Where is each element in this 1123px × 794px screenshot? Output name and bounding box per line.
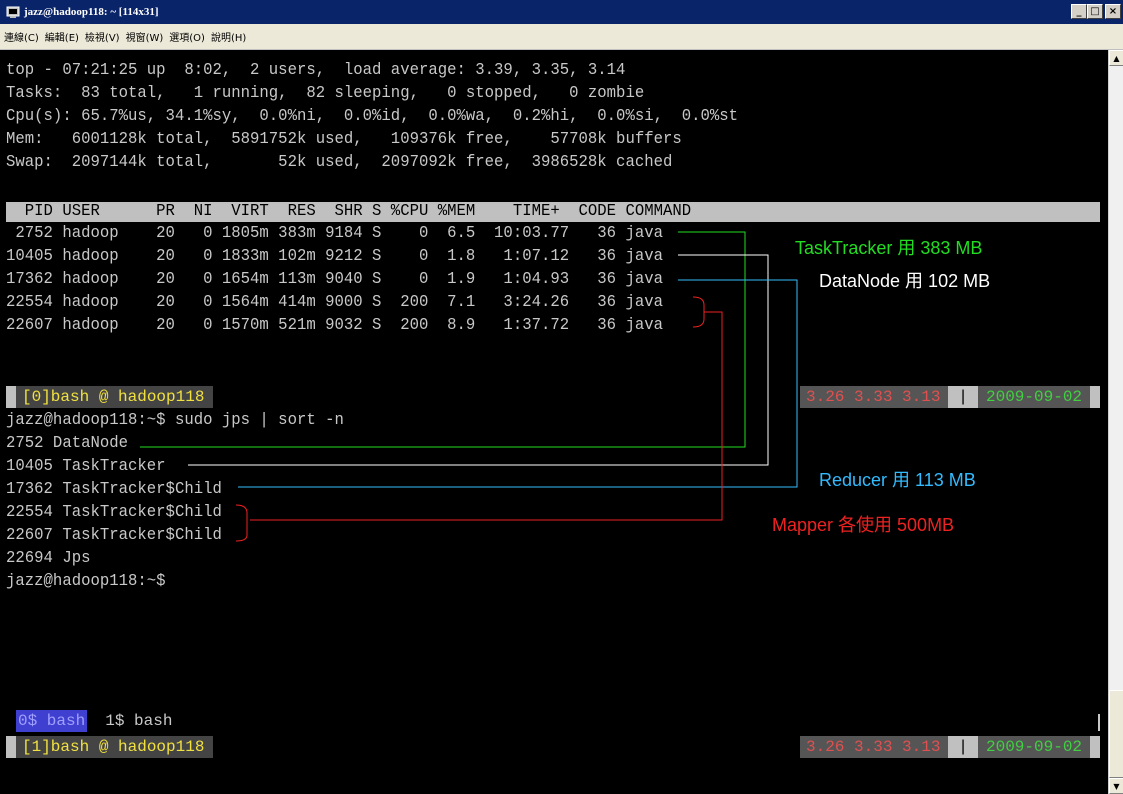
process-row: 2752 hadoop 20 0 1805m 383m 9184 S 0 6.5… [6,224,663,243]
jps-output-line: 17362 TaskTracker$Child [6,480,222,499]
terminal-app-icon [6,6,20,18]
status-window-label[interactable]: [0]bash @ hadoop118 [16,386,213,408]
top-swap-line: Swap: 2097144k total, 52k used, 2097092k… [6,153,673,172]
top-uptime-line: top - 07:21:25 up 8:02, 2 users, load av… [6,61,626,80]
terminal-screen[interactable]: top - 07:21:25 up 8:02, 2 users, load av… [0,50,1108,794]
window-title-bar[interactable]: jazz@hadoop118: ~ [114x31] _ □ × [0,0,1123,24]
scroll-up-arrow-icon[interactable]: ▲ [1109,50,1123,66]
menu-help[interactable]: 說明(H) [211,29,246,44]
maximize-button[interactable]: □ [1087,4,1103,19]
annotation-mapper: Mapper 各使用 500MB [772,515,955,535]
jps-output-line: 22607 TaskTracker$Child [6,526,222,545]
process-row: 10405 hadoop 20 0 1833m 102m 9212 S 0 1.… [6,247,663,266]
menu-bar: 連線(C) 編輯(E) 檢視(V) 視窗(W) 選項(O) 說明(H) [0,24,1123,50]
top-tasks-line: Tasks: 83 total, 1 running, 82 sleeping,… [6,84,645,103]
process-header-text: PID USER PR NI VIRT RES SHR S %CPU %MEM … [6,202,692,221]
annotation-tasktracker: TaskTracker 用 383 MB [795,238,983,258]
scroll-down-arrow-icon[interactable]: ▼ [1109,778,1123,794]
screen-status-bar-0: [0]bash @ hadoop118 3.26 3.33 3.13 | 200… [6,386,1100,408]
menu-view[interactable]: 檢視(V) [85,29,120,44]
top-cpu-line: Cpu(s): 65.7%us, 34.1%sy, 0.0%ni, 0.0%id… [6,107,739,126]
menu-options[interactable]: 選項(O) [169,29,205,44]
status-separator: | [948,386,978,408]
jps-output-line: 22554 TaskTracker$Child [6,503,222,522]
annotation-reducer: Reducer 用 113 MB [819,470,976,490]
menu-connection[interactable]: 連線(C) [4,29,39,44]
process-row: 22554 hadoop 20 0 1564m 414m 9000 S 200 … [6,293,663,312]
process-row: 22607 hadoop 20 0 1570m 521m 9032 S 200 … [6,316,663,335]
tab-bash-0[interactable]: 0$ bash [16,710,88,732]
minimize-button[interactable]: _ [1071,4,1087,19]
shell-command-line: jazz@hadoop118:~$ sudo jps | sort -n [6,411,344,430]
process-table-header: PID USER PR NI VIRT RES SHR S %CPU %MEM … [6,202,1100,222]
jps-output-line: 10405 TaskTracker [6,457,166,476]
status-window-label[interactable]: [1]bash @ hadoop118 [16,736,213,758]
close-button[interactable]: × [1105,4,1121,19]
menu-window[interactable]: 視窗(W) [126,29,164,44]
vertical-scrollbar[interactable]: ▲ ▼ [1108,50,1123,794]
top-mem-line: Mem: 6001128k total, 5891752k used, 1093… [6,130,682,149]
status-separator: | [948,736,978,758]
text-cursor [1098,714,1100,731]
screen-status-bar-1: [1]bash @ hadoop118 3.26 3.33 3.13 | 200… [6,736,1100,758]
tab-bash-1[interactable]: 1$ bash [105,710,172,732]
status-load: 3.26 3.33 3.13 [800,736,948,758]
status-date: 2009-09-02 [978,736,1090,758]
jps-output-line: 2752 DataNode [6,434,129,453]
process-row: 17362 hadoop 20 0 1654m 113m 9040 S 0 1.… [6,270,663,289]
menu-edit[interactable]: 編輯(E) [45,29,79,44]
scrollbar-thumb[interactable] [1109,690,1123,778]
annotation-datanode: DataNode 用 102 MB [819,271,991,291]
screen-tab-list: 0$ bash 1$ bash [16,710,172,732]
jps-output-line: 22694 Jps [6,549,91,568]
shell-prompt[interactable]: jazz@hadoop118:~$ [6,570,166,593]
window-title: jazz@hadoop118: ~ [114x31] [24,6,159,18]
status-date: 2009-09-02 [978,386,1090,408]
status-load: 3.26 3.33 3.13 [800,386,948,408]
